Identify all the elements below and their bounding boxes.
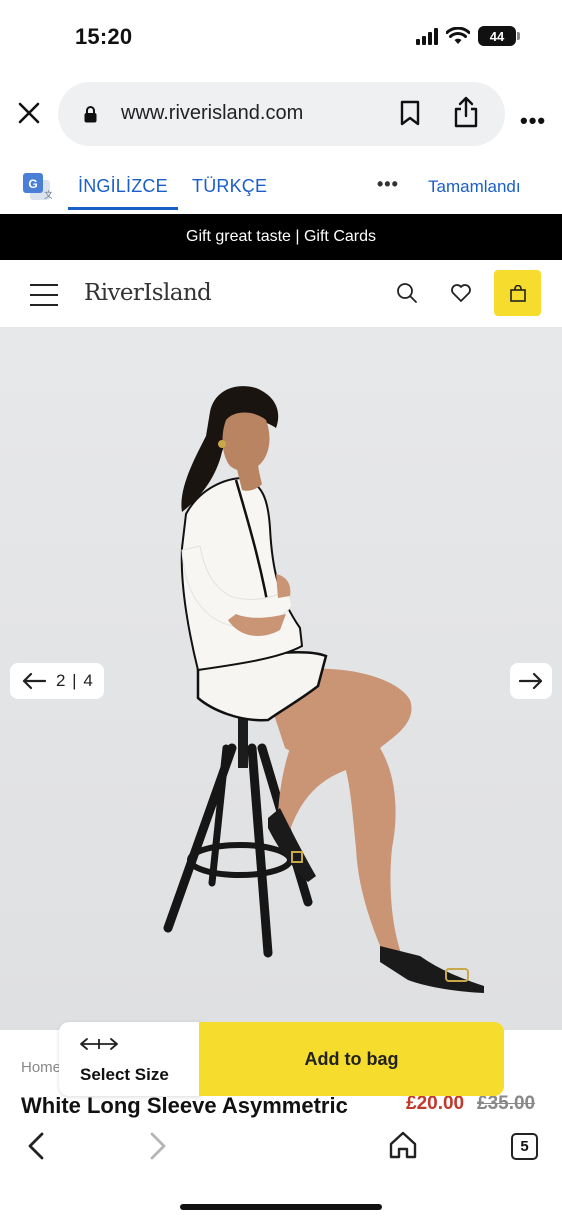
back-arrow-icon[interactable] (24, 1131, 48, 1161)
promo-banner[interactable]: Gift great taste | Gift Cards (0, 214, 562, 260)
arrow-left-icon (22, 672, 46, 690)
site-header: RiverIsland (0, 260, 562, 328)
select-size-label: Select Size (80, 1065, 169, 1084)
wifi-icon (446, 27, 470, 44)
promo-text[interactable]: Gift great taste | Gift Cards (186, 228, 376, 246)
tab-target-language[interactable]: TÜRKÇE (192, 176, 267, 197)
search-icon[interactable] (396, 282, 418, 304)
bookmark-icon[interactable] (399, 100, 421, 126)
site-logo[interactable]: RiverIsland (84, 280, 212, 306)
shoe-right (380, 946, 484, 993)
arrow-right-icon (519, 672, 543, 690)
home-icon[interactable] (388, 1130, 418, 1160)
status-icons: 44 (416, 26, 520, 46)
original-price: £35.00 (477, 1093, 536, 1114)
forward-arrow-icon[interactable] (146, 1131, 170, 1161)
product-gallery[interactable]: 2 | 4 (0, 328, 562, 1030)
shopping-bag-button[interactable] (494, 270, 541, 316)
translate-done-button[interactable]: Tamamlandı (428, 177, 521, 197)
browser-bar: www.riverisland.com ••• (0, 74, 562, 156)
legs (262, 668, 412, 960)
gallery-next-button[interactable] (510, 663, 552, 699)
face (222, 412, 270, 471)
tabs-button[interactable]: 5 (511, 1133, 538, 1160)
gallery-prev-button[interactable]: 2 | 4 (10, 663, 104, 699)
sale-price: £20.00 (406, 1093, 465, 1114)
lock-icon (84, 106, 97, 123)
status-bar: 15:20 44 (0, 0, 562, 74)
close-tab-button[interactable] (14, 98, 44, 128)
translate-bar: G 文 İNGİLİZCE TÜRKÇE ••• Tamamlandı (0, 156, 562, 214)
url-text: www.riverisland.com (121, 102, 304, 124)
breadcrumb[interactable]: Home (21, 1059, 61, 1076)
share-icon[interactable] (452, 96, 480, 128)
address-bar[interactable]: www.riverisland.com (58, 82, 505, 146)
signal-icon (416, 27, 438, 45)
home-indicator (180, 1204, 382, 1210)
tab-source-language[interactable]: İNGİLİZCE (68, 176, 178, 210)
select-size-button[interactable]: Select Size (59, 1022, 201, 1096)
translate-more-button[interactable]: ••• (377, 174, 399, 195)
product-title: White Long Sleeve Asymmetric (21, 1093, 348, 1118)
heart-icon[interactable] (450, 283, 472, 303)
battery-icon: 44 (478, 26, 520, 46)
hamburger-menu-icon[interactable] (30, 284, 60, 306)
status-time: 15:20 (75, 24, 133, 49)
browser-menu-button[interactable]: ••• (520, 108, 546, 134)
google-translate-icon[interactable]: G 文 (22, 172, 52, 202)
svg-text:文: 文 (44, 189, 52, 201)
bag-icon (509, 284, 526, 302)
browser-toolbar: 5 (0, 1118, 562, 1220)
close-icon (18, 102, 40, 124)
gallery-counter: 2 | 4 (56, 671, 94, 690)
add-to-bag-button[interactable]: Add to bag (199, 1022, 504, 1096)
resize-arrows-icon (80, 1038, 118, 1050)
svg-text:G: G (28, 177, 37, 191)
